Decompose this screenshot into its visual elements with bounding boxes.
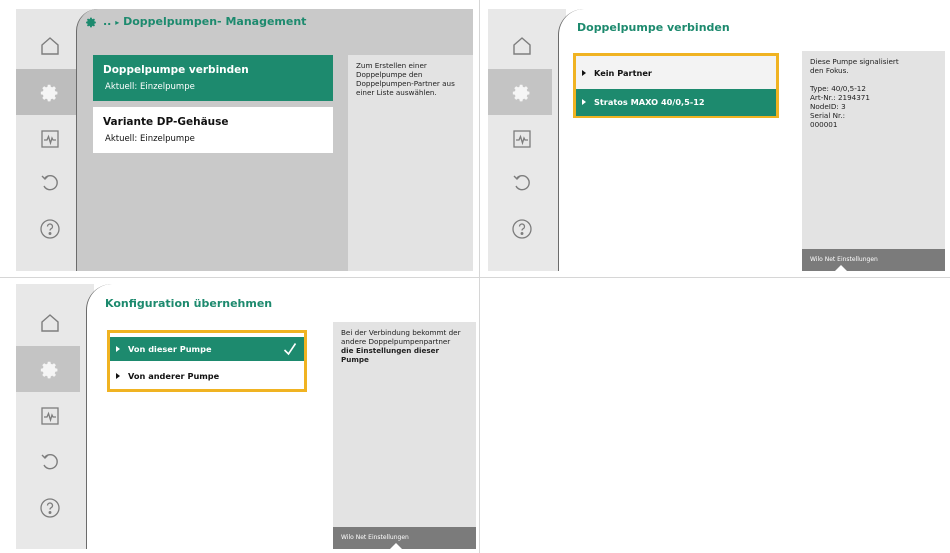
info-line: Serial Nr.:: [810, 111, 845, 120]
screen-connect-double-pump: Doppelpumpe verbinden Kein Partner Strat…: [488, 9, 945, 271]
breadcrumb-back[interactable]: ..: [103, 15, 111, 28]
diagnostics-pulse-icon[interactable]: [38, 127, 62, 151]
main-area: .. ▸ Doppelpumpen- Management Doppelpump…: [76, 9, 473, 271]
main-area: Doppelpumpe verbinden Kein Partner Strat…: [558, 9, 945, 271]
home-icon[interactable]: [510, 34, 534, 58]
list-item-label: Von anderer Pumpe: [128, 371, 220, 381]
checkmark-icon: [282, 341, 298, 357]
info-line: 000001: [810, 120, 838, 129]
info-text-bold: die Einstellungen dieser Pumpe: [341, 346, 440, 364]
page-title: Doppelpumpe verbinden: [577, 21, 730, 34]
settings-gear-icon[interactable]: [38, 81, 62, 105]
diagnostics-pulse-icon[interactable]: [510, 127, 534, 151]
info-panel: Diese Pumpe signalisiert den Fokus. Type…: [802, 51, 945, 271]
list-item-label: Stratos MAXO 40/0,5-12: [594, 97, 705, 107]
settings-gear-icon[interactable]: [510, 81, 534, 105]
home-icon[interactable]: [38, 34, 62, 58]
menu-item-dp-housing-variant[interactable]: Variante DP-Gehäuse Aktuell: Einzelpumpe: [93, 107, 333, 153]
info-text: Bei der Verbindung bekommt der andere Do…: [341, 328, 461, 346]
page-title: Doppelpumpen- Management: [123, 15, 307, 28]
chevron-right-icon: ▸: [115, 18, 120, 27]
list-item-label: Kein Partner: [594, 68, 652, 78]
info-text: Zum Erstellen einer Doppelpumpe den Dopp…: [356, 61, 455, 97]
info-panel: Bei der Verbindung bekommt der andere Do…: [333, 322, 476, 549]
undo-icon[interactable]: [38, 450, 62, 474]
page-title: Konfiguration übernehmen: [105, 297, 273, 310]
footer-label: Wilo Net Einstellungen: [810, 256, 878, 263]
quadrant-divider: [0, 277, 950, 278]
info-footer[interactable]: Wilo Net Einstellungen: [802, 249, 945, 271]
info-line: NodeID: 3: [810, 102, 846, 111]
settings-header-icon: [85, 16, 98, 29]
list-item-from-this-pump[interactable]: Von dieser Pumpe: [110, 337, 304, 361]
screen-dp-management: .. ▸ Doppelpumpen- Management Doppelpump…: [16, 9, 473, 271]
menu-item-title: Variante DP-Gehäuse: [103, 116, 229, 128]
settings-gear-icon[interactable]: [38, 358, 62, 382]
menu-item-subtitle: Aktuell: Einzelpumpe: [105, 82, 195, 92]
source-list: Von dieser Pumpe Von anderer Pumpe: [107, 330, 307, 392]
caret-right-icon: [116, 373, 120, 379]
undo-icon[interactable]: [38, 171, 62, 195]
menu-item-subtitle: Aktuell: Einzelpumpe: [105, 134, 195, 144]
caret-right-icon: [116, 346, 120, 352]
info-line: Type: 40/0,5-12: [810, 84, 866, 93]
help-icon[interactable]: [510, 217, 534, 241]
menu-item-title: Doppelpumpe verbinden: [103, 64, 249, 76]
footer-notch: [389, 543, 403, 549]
caret-right-icon: [582, 99, 586, 105]
list-item-from-other-pump[interactable]: Von anderer Pumpe: [110, 363, 304, 389]
screen-apply-configuration: Konfiguration übernehmen Von dieser Pump…: [16, 284, 476, 549]
partner-list: Kein Partner Stratos MAXO 40/0,5-12: [573, 53, 779, 118]
footer-label: Wilo Net Einstellungen: [341, 534, 409, 541]
breadcrumb[interactable]: .. ▸ Doppelpumpen- Management: [103, 15, 306, 28]
info-line: Art-Nr.: 2194371: [810, 93, 870, 102]
home-icon[interactable]: [38, 311, 62, 335]
diagnostics-pulse-icon[interactable]: [38, 404, 62, 428]
list-item-label: Von dieser Pumpe: [128, 344, 212, 354]
footer-notch: [834, 265, 848, 271]
main-area: Konfiguration übernehmen Von dieser Pump…: [86, 284, 476, 549]
help-icon[interactable]: [38, 496, 62, 520]
sidebar: [488, 9, 566, 271]
list-item-stratos-maxo[interactable]: Stratos MAXO 40/0,5-12: [576, 89, 776, 116]
undo-icon[interactable]: [510, 171, 534, 195]
help-icon[interactable]: [38, 217, 62, 241]
info-line: Diese Pumpe signalisiert: [810, 57, 899, 66]
sidebar: [16, 284, 94, 549]
info-footer[interactable]: Wilo Net Einstellungen: [333, 527, 476, 549]
caret-right-icon: [582, 70, 586, 76]
menu-item-connect-double-pump[interactable]: Doppelpumpe verbinden Aktuell: Einzelpum…: [93, 55, 333, 101]
info-panel: Zum Erstellen einer Doppelpumpe den Dopp…: [348, 55, 473, 271]
list-item-no-partner[interactable]: Kein Partner: [576, 60, 776, 87]
info-line: den Fokus.: [810, 66, 849, 75]
